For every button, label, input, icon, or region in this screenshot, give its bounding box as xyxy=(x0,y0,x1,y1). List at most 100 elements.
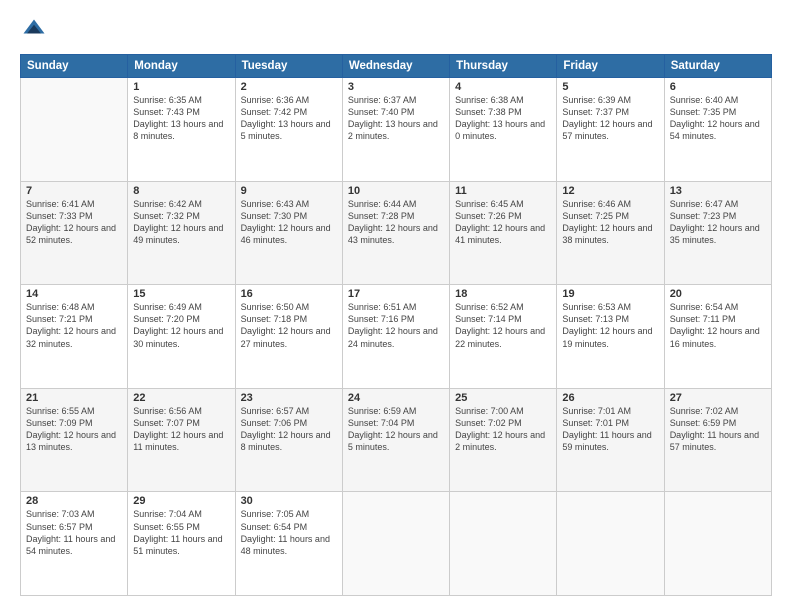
logo-icon xyxy=(20,16,48,44)
calendar-cell: 10Sunrise: 6:44 AMSunset: 7:28 PMDayligh… xyxy=(342,181,449,285)
calendar-cell: 3Sunrise: 6:37 AMSunset: 7:40 PMDaylight… xyxy=(342,78,449,182)
day-info: Sunrise: 6:42 AMSunset: 7:32 PMDaylight:… xyxy=(133,198,229,247)
day-number: 18 xyxy=(455,288,551,300)
weekday-header-tuesday: Tuesday xyxy=(235,55,342,78)
day-number: 19 xyxy=(562,288,658,300)
day-number: 3 xyxy=(348,81,444,93)
day-info: Sunrise: 7:00 AMSunset: 7:02 PMDaylight:… xyxy=(455,405,551,454)
day-info: Sunrise: 7:05 AMSunset: 6:54 PMDaylight:… xyxy=(241,508,337,557)
weekday-header-thursday: Thursday xyxy=(450,55,557,78)
day-number: 28 xyxy=(26,495,122,507)
day-info: Sunrise: 6:55 AMSunset: 7:09 PMDaylight:… xyxy=(26,405,122,454)
calendar-cell: 4Sunrise: 6:38 AMSunset: 7:38 PMDaylight… xyxy=(450,78,557,182)
weekday-header-wednesday: Wednesday xyxy=(342,55,449,78)
weekday-header-row: SundayMondayTuesdayWednesdayThursdayFrid… xyxy=(21,55,772,78)
day-info: Sunrise: 6:54 AMSunset: 7:11 PMDaylight:… xyxy=(670,301,766,350)
weekday-header-sunday: Sunday xyxy=(21,55,128,78)
calendar-cell: 13Sunrise: 6:47 AMSunset: 7:23 PMDayligh… xyxy=(664,181,771,285)
day-info: Sunrise: 6:40 AMSunset: 7:35 PMDaylight:… xyxy=(670,94,766,143)
calendar-cell: 25Sunrise: 7:00 AMSunset: 7:02 PMDayligh… xyxy=(450,388,557,492)
header xyxy=(20,16,772,44)
calendar-cell: 5Sunrise: 6:39 AMSunset: 7:37 PMDaylight… xyxy=(557,78,664,182)
day-number: 1 xyxy=(133,81,229,93)
day-info: Sunrise: 6:35 AMSunset: 7:43 PMDaylight:… xyxy=(133,94,229,143)
day-number: 20 xyxy=(670,288,766,300)
day-number: 5 xyxy=(562,81,658,93)
day-number: 25 xyxy=(455,392,551,404)
calendar-cell: 23Sunrise: 6:57 AMSunset: 7:06 PMDayligh… xyxy=(235,388,342,492)
calendar-week-row: 14Sunrise: 6:48 AMSunset: 7:21 PMDayligh… xyxy=(21,285,772,389)
calendar-cell: 27Sunrise: 7:02 AMSunset: 6:59 PMDayligh… xyxy=(664,388,771,492)
day-number: 12 xyxy=(562,185,658,197)
weekday-header-friday: Friday xyxy=(557,55,664,78)
day-info: Sunrise: 6:52 AMSunset: 7:14 PMDaylight:… xyxy=(455,301,551,350)
calendar-cell xyxy=(664,492,771,596)
day-info: Sunrise: 7:01 AMSunset: 7:01 PMDaylight:… xyxy=(562,405,658,454)
calendar-cell xyxy=(557,492,664,596)
day-info: Sunrise: 6:39 AMSunset: 7:37 PMDaylight:… xyxy=(562,94,658,143)
day-info: Sunrise: 6:41 AMSunset: 7:33 PMDaylight:… xyxy=(26,198,122,247)
calendar-cell: 20Sunrise: 6:54 AMSunset: 7:11 PMDayligh… xyxy=(664,285,771,389)
calendar-cell: 29Sunrise: 7:04 AMSunset: 6:55 PMDayligh… xyxy=(128,492,235,596)
calendar-cell: 21Sunrise: 6:55 AMSunset: 7:09 PMDayligh… xyxy=(21,388,128,492)
calendar-cell: 22Sunrise: 6:56 AMSunset: 7:07 PMDayligh… xyxy=(128,388,235,492)
day-info: Sunrise: 6:49 AMSunset: 7:20 PMDaylight:… xyxy=(133,301,229,350)
day-number: 21 xyxy=(26,392,122,404)
calendar-cell: 17Sunrise: 6:51 AMSunset: 7:16 PMDayligh… xyxy=(342,285,449,389)
calendar-cell: 6Sunrise: 6:40 AMSunset: 7:35 PMDaylight… xyxy=(664,78,771,182)
day-info: Sunrise: 6:38 AMSunset: 7:38 PMDaylight:… xyxy=(455,94,551,143)
day-info: Sunrise: 6:53 AMSunset: 7:13 PMDaylight:… xyxy=(562,301,658,350)
calendar-cell xyxy=(342,492,449,596)
day-info: Sunrise: 6:51 AMSunset: 7:16 PMDaylight:… xyxy=(348,301,444,350)
day-info: Sunrise: 6:48 AMSunset: 7:21 PMDaylight:… xyxy=(26,301,122,350)
day-number: 16 xyxy=(241,288,337,300)
day-number: 29 xyxy=(133,495,229,507)
day-number: 11 xyxy=(455,185,551,197)
day-number: 9 xyxy=(241,185,337,197)
calendar-cell xyxy=(450,492,557,596)
calendar-cell: 28Sunrise: 7:03 AMSunset: 6:57 PMDayligh… xyxy=(21,492,128,596)
calendar-cell: 15Sunrise: 6:49 AMSunset: 7:20 PMDayligh… xyxy=(128,285,235,389)
calendar-week-row: 28Sunrise: 7:03 AMSunset: 6:57 PMDayligh… xyxy=(21,492,772,596)
calendar-cell: 26Sunrise: 7:01 AMSunset: 7:01 PMDayligh… xyxy=(557,388,664,492)
calendar-cell: 18Sunrise: 6:52 AMSunset: 7:14 PMDayligh… xyxy=(450,285,557,389)
day-number: 6 xyxy=(670,81,766,93)
day-info: Sunrise: 7:02 AMSunset: 6:59 PMDaylight:… xyxy=(670,405,766,454)
day-info: Sunrise: 6:44 AMSunset: 7:28 PMDaylight:… xyxy=(348,198,444,247)
day-info: Sunrise: 7:03 AMSunset: 6:57 PMDaylight:… xyxy=(26,508,122,557)
day-info: Sunrise: 6:37 AMSunset: 7:40 PMDaylight:… xyxy=(348,94,444,143)
day-number: 4 xyxy=(455,81,551,93)
day-info: Sunrise: 6:43 AMSunset: 7:30 PMDaylight:… xyxy=(241,198,337,247)
calendar-cell: 19Sunrise: 6:53 AMSunset: 7:13 PMDayligh… xyxy=(557,285,664,389)
day-number: 22 xyxy=(133,392,229,404)
day-info: Sunrise: 6:50 AMSunset: 7:18 PMDaylight:… xyxy=(241,301,337,350)
day-number: 30 xyxy=(241,495,337,507)
calendar-cell: 1Sunrise: 6:35 AMSunset: 7:43 PMDaylight… xyxy=(128,78,235,182)
day-info: Sunrise: 6:45 AMSunset: 7:26 PMDaylight:… xyxy=(455,198,551,247)
day-number: 7 xyxy=(26,185,122,197)
calendar-cell: 11Sunrise: 6:45 AMSunset: 7:26 PMDayligh… xyxy=(450,181,557,285)
weekday-header-saturday: Saturday xyxy=(664,55,771,78)
day-number: 26 xyxy=(562,392,658,404)
day-info: Sunrise: 7:04 AMSunset: 6:55 PMDaylight:… xyxy=(133,508,229,557)
day-number: 24 xyxy=(348,392,444,404)
day-number: 27 xyxy=(670,392,766,404)
calendar-week-row: 1Sunrise: 6:35 AMSunset: 7:43 PMDaylight… xyxy=(21,78,772,182)
day-info: Sunrise: 6:47 AMSunset: 7:23 PMDaylight:… xyxy=(670,198,766,247)
day-number: 2 xyxy=(241,81,337,93)
day-info: Sunrise: 6:57 AMSunset: 7:06 PMDaylight:… xyxy=(241,405,337,454)
calendar-cell: 8Sunrise: 6:42 AMSunset: 7:32 PMDaylight… xyxy=(128,181,235,285)
calendar-week-row: 21Sunrise: 6:55 AMSunset: 7:09 PMDayligh… xyxy=(21,388,772,492)
day-number: 13 xyxy=(670,185,766,197)
weekday-header-monday: Monday xyxy=(128,55,235,78)
calendar-cell xyxy=(21,78,128,182)
calendar-cell: 24Sunrise: 6:59 AMSunset: 7:04 PMDayligh… xyxy=(342,388,449,492)
day-number: 10 xyxy=(348,185,444,197)
calendar-cell: 12Sunrise: 6:46 AMSunset: 7:25 PMDayligh… xyxy=(557,181,664,285)
calendar-week-row: 7Sunrise: 6:41 AMSunset: 7:33 PMDaylight… xyxy=(21,181,772,285)
day-info: Sunrise: 6:59 AMSunset: 7:04 PMDaylight:… xyxy=(348,405,444,454)
logo xyxy=(20,16,52,44)
calendar-table: SundayMondayTuesdayWednesdayThursdayFrid… xyxy=(20,54,772,596)
day-number: 14 xyxy=(26,288,122,300)
day-number: 23 xyxy=(241,392,337,404)
